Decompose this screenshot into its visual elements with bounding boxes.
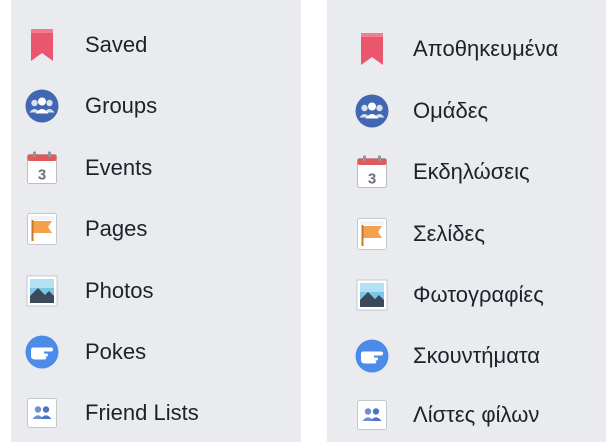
- nav-item-label: Events: [85, 155, 153, 180]
- friend-lists-icon: [355, 398, 389, 432]
- nav-item-events[interactable]: 3 Events: [11, 143, 301, 193]
- nav-item-label: Photos: [85, 278, 154, 303]
- nav-item-label: Saved: [85, 32, 148, 57]
- nav-item-photos[interactable]: Photos: [11, 266, 301, 316]
- saved-bookmark-icon: [355, 32, 389, 66]
- groups-icon: [355, 94, 389, 128]
- nav-item-saved[interactable]: Saved: [11, 20, 301, 70]
- nav-item-label: Φωτογραφίες: [413, 282, 544, 307]
- nav-item-label: Σελίδες: [413, 221, 485, 246]
- nav-item-label: Pages: [85, 216, 148, 241]
- photos-icon: [355, 278, 389, 312]
- nav-item-label: Λίστες φίλων: [413, 402, 540, 427]
- nav-item-label: Friend Lists: [85, 400, 199, 425]
- nav-item-pokes[interactable]: Pokes: [11, 327, 301, 377]
- menu-panel-greek: Αποθηκευμένα Ομάδες 3 Εκδηλώσεις Σελίδες…: [327, 0, 606, 442]
- nav-item-label: Εκδηλώσεις: [413, 159, 530, 184]
- nav-item-pages[interactable]: Pages: [11, 204, 301, 254]
- nav-item-pokes[interactable]: Σκουντήματα: [327, 331, 606, 381]
- groups-icon: [25, 89, 59, 123]
- nav-item-groups[interactable]: Groups: [11, 81, 301, 131]
- nav-item-label: Ομάδες: [413, 98, 489, 123]
- nav-item-label: Αποθηκευμένα: [413, 36, 559, 61]
- events-calendar-icon: 3: [25, 151, 59, 185]
- friend-lists-icon: [25, 396, 59, 430]
- nav-item-events[interactable]: 3 Εκδηλώσεις: [327, 147, 606, 197]
- pages-flag-icon: [355, 217, 389, 251]
- saved-bookmark-icon: [25, 28, 59, 62]
- nav-item-pages[interactable]: Σελίδες: [327, 209, 606, 259]
- pokes-icon: [25, 335, 59, 369]
- photos-icon: [25, 274, 59, 308]
- pokes-icon: [355, 339, 389, 373]
- nav-item-friend-lists[interactable]: Friend Lists: [11, 388, 301, 438]
- calendar-day-number: 3: [368, 171, 376, 188]
- nav-item-label: Pokes: [85, 339, 147, 364]
- nav-item-groups[interactable]: Ομάδες: [327, 86, 606, 136]
- pages-flag-icon: [25, 212, 59, 246]
- nav-item-label: Σκουντήματα: [413, 343, 541, 368]
- nav-item-photos[interactable]: Φωτογραφίες: [327, 270, 606, 320]
- events-calendar-icon: 3: [355, 155, 389, 189]
- nav-item-friend-lists[interactable]: Λίστες φίλων: [327, 390, 606, 440]
- nav-item-saved[interactable]: Αποθηκευμένα: [327, 24, 606, 74]
- menu-panel-english: Saved Groups 3 Events Pages Photos Pokes…: [11, 0, 301, 442]
- calendar-day-number: 3: [38, 167, 46, 184]
- nav-item-label: Groups: [85, 93, 158, 118]
